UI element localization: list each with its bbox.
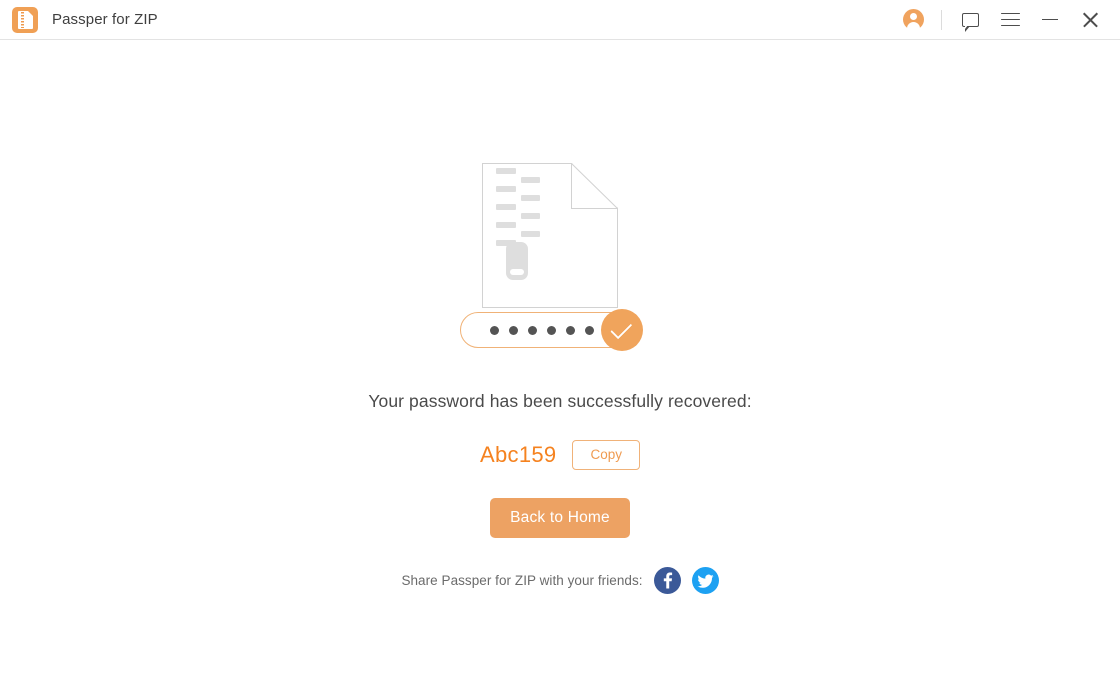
zip-file-success-illustration [460,163,660,353]
twitter-share-button[interactable] [691,567,719,595]
success-headline: Your password has been successfully reco… [368,391,752,411]
feedback-button[interactable] [950,0,990,40]
speech-bubble-icon [961,12,979,32]
zipper-icon [496,168,540,280]
facebook-icon [663,572,672,589]
hamburger-menu-icon [1000,12,1020,27]
password-dot [490,325,499,335]
password-row: Abc159 Copy [480,440,640,471]
recovered-password-value: Abc159 [480,442,557,468]
title-bar: Passper for ZIP [0,0,1120,40]
window-controls [893,0,1110,40]
facebook-share-button[interactable] [653,567,681,595]
password-dot [547,325,556,335]
copy-button[interactable]: Copy [572,440,640,471]
minimize-icon [1042,18,1058,21]
success-check-icon [601,309,643,351]
minimize-button[interactable] [1030,0,1070,40]
share-label: Share Passper for ZIP with your friends: [401,573,643,589]
twitter-icon [696,574,714,588]
app-window: Passper for ZIP Your password has been s… [0,0,1120,690]
account-button[interactable] [893,0,933,40]
app-icon [12,6,38,33]
zip-document-icon [17,10,33,29]
toolbar-divider [941,9,942,30]
password-dot [509,325,518,335]
zipper-teeth-icon [20,11,24,28]
menu-button[interactable] [990,0,1030,40]
close-icon [1082,11,1099,28]
share-row: Share Passper for ZIP with your friends: [401,567,719,595]
close-button[interactable] [1070,0,1110,40]
zipper-pull-icon [506,242,528,280]
password-dot [585,325,594,335]
app-title: Passper for ZIP [52,11,158,28]
back-to-home-button[interactable]: Back to Home [490,498,630,539]
password-dot [566,325,575,335]
main-content: Your password has been successfully reco… [0,40,1120,690]
password-dot [528,325,537,335]
account-circle-icon [902,9,924,30]
